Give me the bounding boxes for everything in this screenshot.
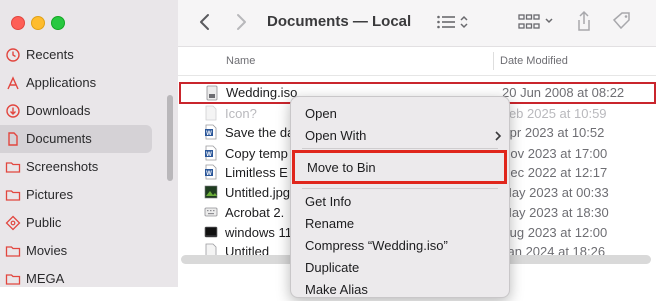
- menu-item-duplicate[interactable]: Duplicate: [291, 257, 509, 279]
- folder-icon: [5, 246, 21, 257]
- sidebar-item-recents[interactable]: Recents: [0, 41, 178, 69]
- file-date: May 2023 at 18:30: [501, 205, 609, 220]
- sidebar-scrollbar[interactable]: [167, 95, 173, 181]
- applications-icon: [7, 76, 19, 90]
- sidebar-item-label: Pictures: [26, 187, 73, 202]
- file-date: Nov 2023 at 17:00: [501, 146, 608, 161]
- word-document-icon: W: [205, 145, 217, 161]
- file-name: Save the da: [225, 125, 295, 140]
- toolbar: Documents — Local: [178, 0, 656, 47]
- folder-icon: [5, 190, 21, 201]
- chevron-right-icon: [495, 131, 502, 141]
- menu-item-label: Compress “Wedding.iso”: [305, 238, 448, 253]
- file-name: Copy temp: [225, 146, 288, 161]
- svg-text:W: W: [206, 131, 212, 137]
- menu-item-label: Open With: [305, 128, 367, 143]
- share-icon[interactable]: [576, 10, 592, 32]
- file-date: Aug 2023 at 12:00: [501, 225, 608, 240]
- sidebar-item-label: Documents: [26, 131, 92, 146]
- close-window-button[interactable]: [11, 16, 25, 30]
- menu-item-compress[interactable]: Compress “Wedding.iso”: [291, 235, 509, 257]
- name-column-header[interactable]: Name: [226, 55, 255, 67]
- clock-icon: [6, 48, 20, 62]
- window-title: Documents — Local: [267, 13, 412, 30]
- menu-item-label: Rename: [305, 216, 355, 231]
- file-name: windows 11: [225, 225, 292, 240]
- menu-item-make-alias[interactable]: Make Alias: [291, 279, 509, 301]
- menu-item-label: Move to Bin: [307, 160, 376, 175]
- folder-icon: [5, 162, 21, 173]
- terminal-file-icon: [204, 226, 218, 238]
- menu-item-label: Duplicate: [305, 260, 360, 275]
- disk-image-icon: [206, 85, 218, 101]
- menu-item-rename[interactable]: Rename: [291, 213, 509, 235]
- sidebar-item-public[interactable]: Public: [0, 209, 178, 237]
- file-name: Icon?: [225, 106, 257, 121]
- sidebar-item-applications[interactable]: Applications: [0, 69, 178, 97]
- download-icon: [6, 104, 20, 118]
- date-column-header[interactable]: Date Modified: [500, 55, 568, 67]
- sort-chevron-icon[interactable]: [459, 13, 469, 31]
- menu-item-get-info[interactable]: Get Info: [291, 191, 509, 213]
- sidebar-item-label: Recents: [26, 47, 74, 62]
- document-icon: [8, 132, 18, 146]
- group-view-icon[interactable]: [518, 13, 540, 31]
- column-header: Name Date Modified: [178, 47, 656, 76]
- file-date: Apr 2023 at 10:52: [501, 125, 605, 140]
- keyboard-file-icon: [204, 207, 218, 217]
- zoom-window-button[interactable]: [51, 16, 65, 30]
- menu-item-label: Make Alias: [305, 282, 368, 297]
- file-date: Feb 2025 at 10:59: [501, 106, 607, 121]
- file-name: Wedding.iso: [226, 85, 298, 100]
- sidebar-item-label: Downloads: [26, 103, 91, 118]
- sidebar-item-label: Applications: [26, 75, 97, 90]
- menu-separator: [302, 148, 498, 149]
- sidebar-item-mega[interactable]: MEGA: [0, 265, 178, 293]
- sidebar-item-label: Screenshots: [26, 159, 99, 174]
- sidebar-item-documents[interactable]: Documents: [0, 125, 178, 153]
- file-date: Dec 2022 at 12:17: [501, 165, 608, 180]
- menu-item-move-to-bin[interactable]: Move to Bin: [292, 150, 507, 184]
- sidebar-item-movies[interactable]: Movies: [0, 237, 178, 265]
- file-name: Untitled.jpg: [225, 185, 291, 200]
- file-date: 20 Jun 2008 at 08:22: [502, 85, 625, 100]
- sidebar-item-label: Public: [26, 215, 62, 230]
- menu-item-open-with[interactable]: Open With: [291, 125, 509, 147]
- svg-text:W: W: [206, 152, 212, 158]
- tag-icon[interactable]: [611, 11, 633, 31]
- file-name: Acrobat 2.: [225, 205, 285, 220]
- list-view-icon[interactable]: [436, 13, 456, 31]
- blank-file-icon: [205, 105, 217, 121]
- menu-item-label: Get Info: [305, 194, 352, 209]
- sidebar-item-pictures[interactable]: Pictures: [0, 181, 178, 209]
- file-date: May 2023 at 00:33: [501, 185, 609, 200]
- sidebar-item-label: Movies: [26, 243, 68, 258]
- sidebar-item-downloads[interactable]: Downloads: [0, 97, 178, 125]
- menu-item-label: Open: [305, 106, 337, 121]
- file-name: Limitless E: [225, 165, 288, 180]
- word-document-icon: W: [205, 164, 217, 180]
- minimize-window-button[interactable]: [31, 16, 45, 30]
- context-menu: Open Open With Move to Bin Get Info Rena…: [290, 96, 510, 298]
- sidebar-item-screenshots[interactable]: Screenshots: [0, 153, 178, 181]
- menu-item-open[interactable]: Open: [291, 103, 509, 125]
- menu-separator: [302, 188, 498, 189]
- word-document-icon: W: [205, 124, 217, 140]
- svg-text:W: W: [206, 171, 212, 177]
- forward-icon[interactable]: [234, 13, 248, 31]
- sidebar-item-label: MEGA: [26, 271, 65, 286]
- sidebar: Recents Applications Downloads Documents…: [0, 0, 178, 287]
- folder-icon: [5, 274, 21, 285]
- column-divider[interactable]: [493, 52, 494, 70]
- back-icon[interactable]: [198, 13, 212, 31]
- image-file-icon: [204, 185, 218, 199]
- public-icon: [5, 215, 21, 231]
- chevron-down-icon[interactable]: [544, 16, 554, 26]
